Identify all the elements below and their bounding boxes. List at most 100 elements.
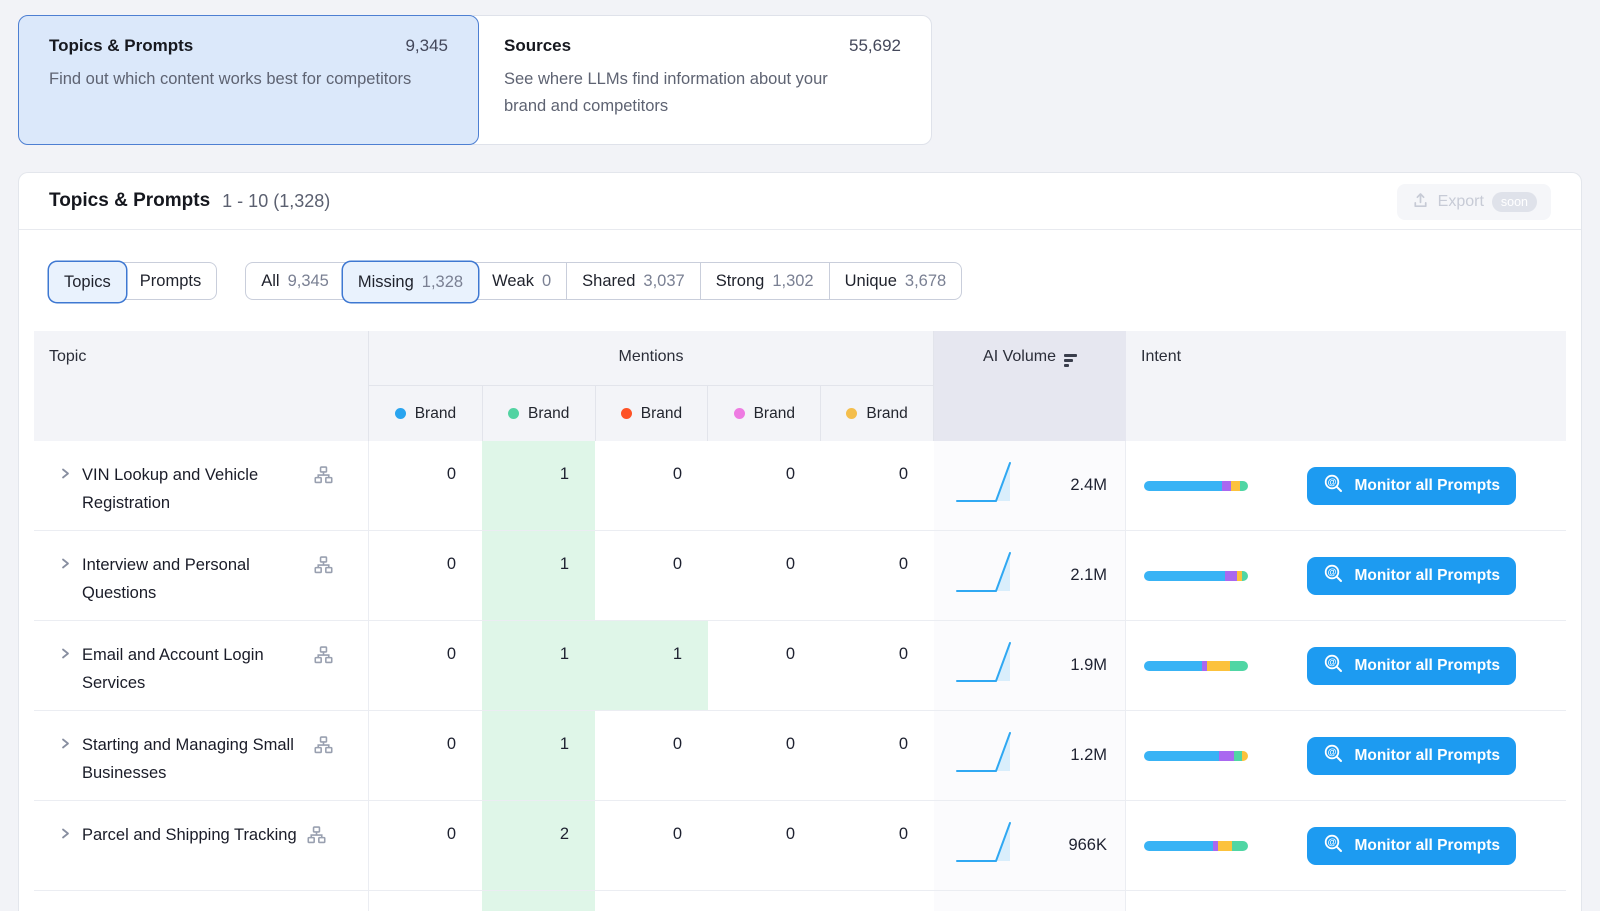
ai-volume-value: 1.9M [1070, 656, 1107, 675]
soon-badge: soon [1492, 192, 1537, 212]
segment-count: 1,302 [772, 272, 813, 291]
segment-label: Unique [845, 272, 897, 291]
monitor-all-prompts-button[interactable]: @ Monitor all Prompts [1307, 827, 1516, 865]
monitor-button-label: Monitor all Prompts [1354, 477, 1500, 495]
monitor-all-prompts-button[interactable]: @ Monitor all Prompts [1307, 647, 1516, 685]
ai-volume-value: 2.1M [1070, 566, 1107, 585]
column-header-topic: Topic [34, 331, 369, 441]
ai-volume-value: 966K [1068, 836, 1107, 855]
expand-chevron-icon[interactable] [58, 466, 72, 486]
export-button[interactable]: Export soon [1397, 184, 1551, 220]
brand-column-header-5[interactable]: Brand [820, 386, 933, 441]
trend-sparkline [954, 636, 1016, 695]
expand-chevron-icon[interactable] [58, 556, 72, 576]
svg-text:@: @ [1328, 477, 1337, 487]
topic-name[interactable]: Starting and Managing Small Businesses [82, 731, 304, 787]
brand-column-header-1[interactable]: Brand [369, 386, 482, 441]
monitor-all-prompts-button[interactable]: @ Monitor all Prompts [1307, 737, 1516, 775]
brand-color-dot [621, 408, 632, 419]
segment-label: Strong [716, 272, 765, 291]
tab-title: Topics & Prompts [49, 36, 193, 56]
export-icon [1411, 191, 1430, 213]
topic-cell: Email and Account Login Services [34, 621, 369, 710]
column-group-mentions: Mentions BrandBrandBrandBrandBrand [369, 331, 934, 441]
tab-description: Find out which content works best for co… [49, 66, 419, 93]
expand-chevron-icon[interactable] [58, 826, 72, 846]
filters-row: TopicsPrompts All9,345Missing1,328Weak0S… [19, 230, 1581, 330]
tab-sources[interactable]: Sources 55,692 See where LLMs find infor… [473, 15, 932, 145]
table-row: VIN Lookup and Vehicle Registration 0100… [34, 441, 1566, 531]
trend-sparkline [954, 456, 1016, 515]
segment-count: 0 [542, 272, 551, 291]
brand-label: Brand [754, 405, 795, 423]
filter-strong[interactable]: Strong 1,302 [700, 263, 829, 299]
ai-volume-label: AI Volume [983, 348, 1056, 366]
filter-shared[interactable]: Shared3,037 [566, 263, 700, 299]
svg-text:@: @ [1328, 747, 1337, 757]
topic-name[interactable]: VIN Lookup and Vehicle Registration [82, 461, 304, 517]
mention-count-cell: 0 [708, 621, 821, 710]
tab-description: See where LLMs find information about yo… [504, 66, 874, 120]
column-header-intent: Intent [1126, 331, 1566, 441]
segment-label: Topics [64, 273, 111, 292]
sitemap-icon[interactable] [314, 466, 333, 490]
view-tab-cards: Topics & Prompts 9,345 Find out which co… [0, 0, 1600, 145]
brand-color-dot [734, 408, 745, 419]
expand-chevron-icon[interactable] [58, 736, 72, 756]
tab-count: 9,345 [405, 36, 448, 56]
sitemap-icon[interactable] [314, 646, 333, 670]
tab-count: 55,692 [849, 36, 901, 56]
svg-text:@: @ [1328, 567, 1337, 577]
mention-count-cell: 0 [369, 531, 482, 620]
column-header-ai-volume[interactable]: AI Volume [934, 331, 1126, 441]
mention-count-cell: 0 [369, 711, 482, 800]
filter-unique[interactable]: Unique3,678 [829, 263, 962, 299]
mention-count-cell: 1 [595, 621, 708, 710]
sitemap-icon[interactable] [314, 556, 333, 580]
mention-count-cell: 1 [482, 621, 595, 710]
search-at-icon: @ [1323, 743, 1344, 769]
mention-count-cell: 0 [595, 711, 708, 800]
filter-all[interactable]: All9,345 [246, 263, 344, 299]
mention-count-cell: 0 [595, 531, 708, 620]
filter-group: All9,345Missing1,328Weak0Shared3,037Stro… [245, 262, 962, 300]
intent-distribution-bar [1144, 481, 1248, 491]
intent-distribution-bar [1144, 751, 1248, 761]
panel-title: Topics & Prompts [49, 190, 210, 212]
intent-cell: @ Monitor all Prompts [1126, 531, 1566, 620]
monitor-all-prompts-button[interactable]: @ Monitor all Prompts [1307, 467, 1516, 505]
mention-count-cell: 0 [708, 441, 821, 530]
mention-count-cell: 1 [482, 441, 595, 530]
topic-name[interactable]: Email and Account Login Services [82, 641, 304, 697]
mention-count-cell: 1 [482, 711, 595, 800]
tab-topics-and-prompts[interactable]: Topics & Prompts 9,345 Find out which co… [18, 15, 479, 145]
topics-table: Topic Mentions BrandBrandBrandBrandBrand… [34, 331, 1566, 911]
sitemap-icon[interactable] [314, 736, 333, 760]
sitemap-icon[interactable] [307, 826, 326, 850]
table-body: VIN Lookup and Vehicle Registration 0100… [34, 441, 1566, 911]
brand-subheader-row: BrandBrandBrandBrandBrand [369, 386, 933, 441]
monitor-all-prompts-button[interactable]: @ Monitor all Prompts [1307, 557, 1516, 595]
brand-column-header-2[interactable]: Brand [482, 386, 595, 441]
mention-count-cell: 0 [821, 711, 934, 800]
trend-sparkline [954, 816, 1016, 875]
toggle-prompts[interactable]: Prompts [125, 263, 216, 299]
brand-column-header-3[interactable]: Brand [595, 386, 708, 441]
toggle-topics[interactable]: Topics [49, 262, 126, 302]
segment-label: Prompts [140, 272, 201, 291]
brand-column-header-4[interactable]: Brand [707, 386, 820, 441]
topic-name[interactable]: Parcel and Shipping Tracking [82, 821, 297, 849]
topic-name[interactable]: Interview and Personal Questions [82, 551, 304, 607]
search-at-icon: @ [1323, 563, 1344, 589]
brand-color-dot [395, 408, 406, 419]
segment-label: All [261, 272, 279, 291]
svg-text:@: @ [1328, 657, 1337, 667]
segment-label: Shared [582, 272, 635, 291]
filter-missing[interactable]: Missing1,328 [343, 262, 478, 302]
expand-chevron-icon[interactable] [58, 646, 72, 666]
brand-label: Brand [866, 405, 907, 423]
trend-sparkline [954, 726, 1016, 785]
search-at-icon: @ [1323, 653, 1344, 679]
intent-cell: @ Monitor all Prompts [1126, 621, 1566, 710]
filter-weak[interactable]: Weak0 [477, 263, 566, 299]
